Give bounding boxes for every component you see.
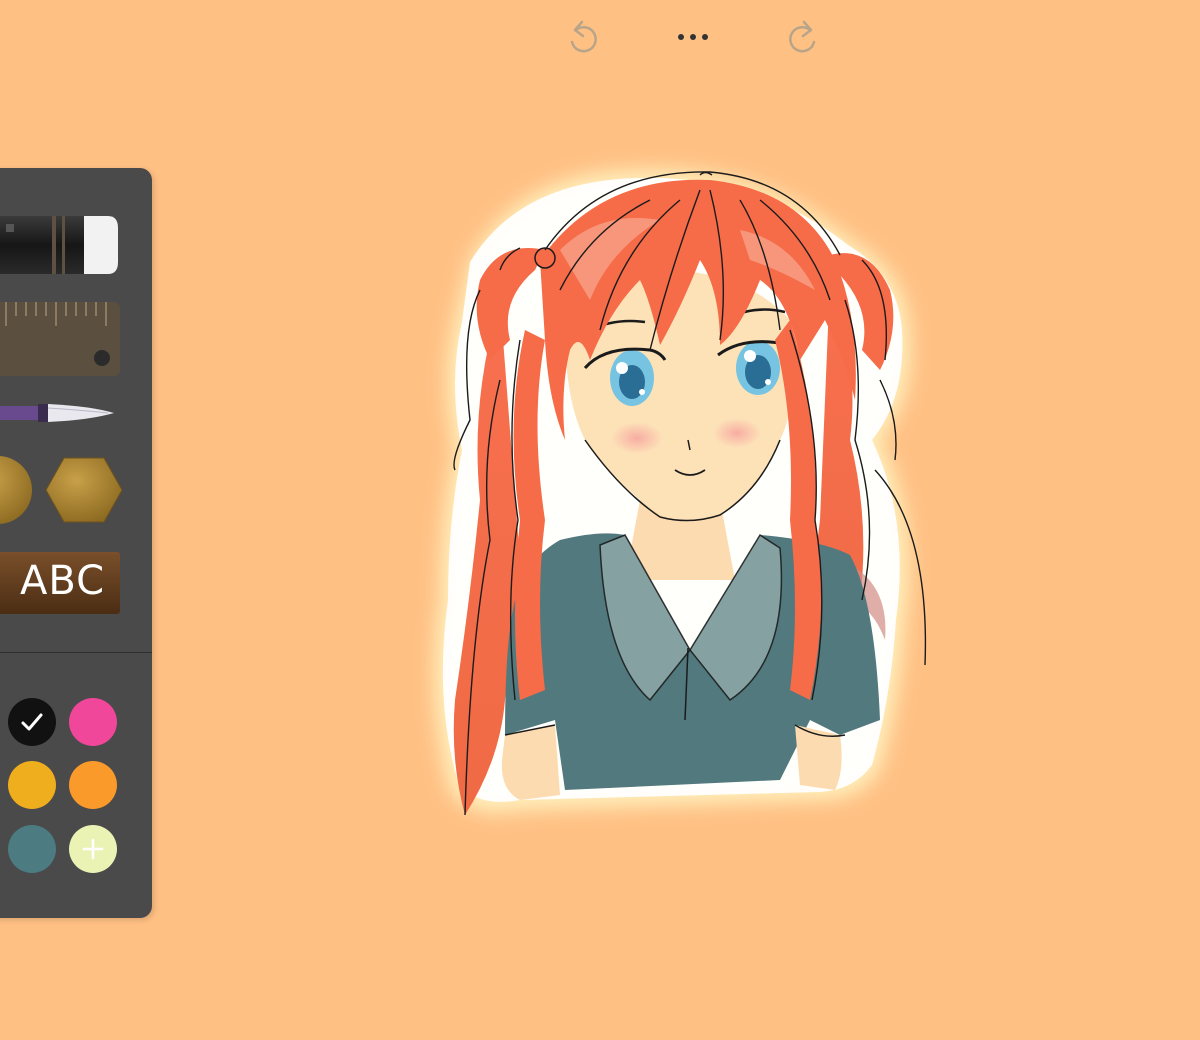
text-tool[interactable]: ABC [0, 550, 122, 616]
add-color-button[interactable] [69, 825, 117, 873]
color-swatch-yellow[interactable] [8, 761, 56, 809]
color-swatch-pink[interactable] [69, 698, 117, 746]
ruler-tool[interactable] [0, 300, 122, 380]
brush-icon [0, 404, 114, 422]
ruler-icon [0, 302, 120, 376]
color-swatch-black[interactable] [8, 698, 56, 746]
drawing-canvas[interactable] [0, 0, 1200, 1040]
tool-palette: ABC [0, 168, 152, 918]
color-swatch-teal[interactable] [8, 825, 56, 873]
undo-button[interactable] [558, 14, 606, 62]
text-tool-label: ABC [20, 558, 106, 604]
eraser-icon [0, 216, 118, 274]
more-options-button[interactable] [669, 14, 717, 62]
undo-icon [570, 20, 597, 53]
eraser-tool[interactable] [0, 214, 120, 278]
redo-button[interactable] [780, 14, 828, 62]
check-icon [21, 713, 43, 731]
shapes-tool[interactable] [0, 456, 122, 528]
shapes-icon [0, 456, 122, 524]
palette-divider [0, 652, 152, 653]
more-dots-icon [678, 34, 708, 40]
brush-tool[interactable] [0, 398, 120, 428]
color-swatch-orange[interactable] [69, 761, 117, 809]
plus-icon [82, 838, 104, 860]
redo-icon [789, 20, 816, 53]
